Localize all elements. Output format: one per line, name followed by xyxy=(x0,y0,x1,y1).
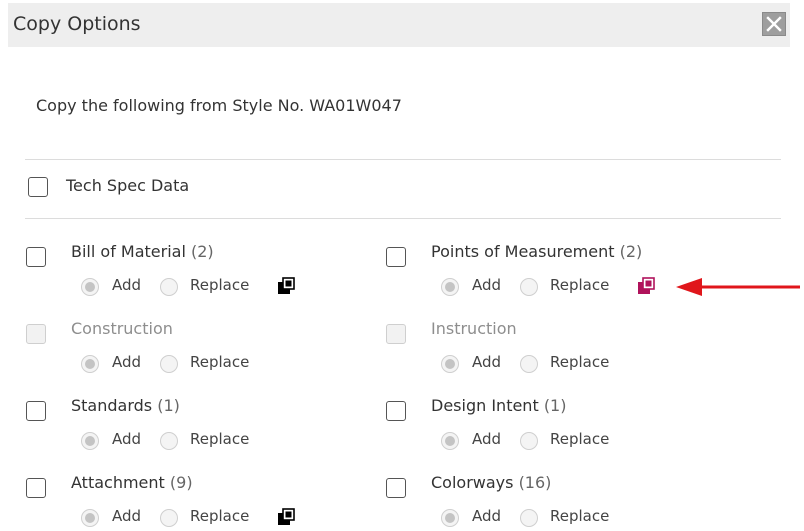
design-intent-replace-radio[interactable] xyxy=(520,432,538,450)
construction-label-text: Construction xyxy=(71,319,173,338)
close-icon[interactable] xyxy=(762,12,786,36)
design-intent-add-label: Add xyxy=(472,430,502,448)
bom-count: (2) xyxy=(191,242,214,261)
copy-icon[interactable] xyxy=(636,277,656,297)
design-intent-replace-label: Replace xyxy=(550,430,610,448)
bom-replace-label: Replace xyxy=(190,276,250,294)
dialog-titlebar: Copy Options xyxy=(8,3,790,47)
attachment-label-text: Attachment xyxy=(71,473,165,492)
copy-icon[interactable] xyxy=(276,508,296,528)
colorways-replace-radio[interactable] xyxy=(520,509,538,527)
standards-replace-radio[interactable] xyxy=(160,432,178,450)
instruction-label-text: Instruction xyxy=(431,319,517,338)
colorways-count: (16) xyxy=(518,473,552,492)
attachment-replace-label: Replace xyxy=(190,507,250,525)
bom-checkbox[interactable] xyxy=(26,247,46,267)
pom-checkbox[interactable] xyxy=(386,247,406,267)
colorways-replace-label: Replace xyxy=(550,507,610,525)
design-intent-count: (1) xyxy=(543,396,567,415)
tech-spec-checkbox[interactable] xyxy=(28,177,48,197)
instruction-add-radio[interactable] xyxy=(441,355,459,373)
standards-add-radio[interactable] xyxy=(81,432,99,450)
pom-add-radio[interactable] xyxy=(441,278,459,296)
standards-replace-label: Replace xyxy=(190,430,250,448)
attachment-replace-radio[interactable] xyxy=(160,509,178,527)
arrow-icon xyxy=(676,278,800,296)
standards-checkbox[interactable] xyxy=(26,401,46,421)
instruction-add-label: Add xyxy=(472,353,502,371)
attachment-label: Attachment (9) xyxy=(71,473,193,492)
design-intent-checkbox[interactable] xyxy=(386,401,406,421)
design-intent-label-text: Design Intent xyxy=(431,396,539,415)
construction-checkbox xyxy=(26,324,46,344)
pom-replace-label: Replace xyxy=(550,276,610,294)
design-intent-add-radio[interactable] xyxy=(441,432,459,450)
construction-add-label: Add xyxy=(112,353,142,371)
pom-replace-radio[interactable] xyxy=(520,278,538,296)
dialog-title: Copy Options xyxy=(13,13,141,35)
standards-label-text: Standards xyxy=(71,396,153,415)
divider-middle xyxy=(25,218,781,219)
tech-spec-label: Tech Spec Data xyxy=(66,176,190,195)
design-intent-label: Design Intent (1) xyxy=(431,396,566,415)
pom-count: (2) xyxy=(619,242,643,261)
dialog-subtitle: Copy the following from Style No. WA01W0… xyxy=(36,96,402,115)
attachment-checkbox[interactable] xyxy=(26,478,46,498)
standards-label: Standards (1) xyxy=(71,396,180,415)
bom-label-text: Bill of Material xyxy=(71,242,186,261)
construction-label: Construction xyxy=(71,319,173,338)
bom-add-label: Add xyxy=(112,276,142,294)
bom-replace-radio[interactable] xyxy=(160,278,178,296)
colorways-checkbox[interactable] xyxy=(386,478,406,498)
copy-icon[interactable] xyxy=(276,277,296,297)
colorways-add-radio[interactable] xyxy=(441,509,459,527)
attachment-add-radio[interactable] xyxy=(81,509,99,527)
construction-add-radio[interactable] xyxy=(81,355,99,373)
construction-replace-label: Replace xyxy=(190,353,250,371)
construction-replace-radio[interactable] xyxy=(160,355,178,373)
pom-label: Points of Measurement (2) xyxy=(431,242,642,261)
instruction-label: Instruction xyxy=(431,319,517,338)
colorways-label-text: Colorways xyxy=(431,473,514,492)
standards-count: (1) xyxy=(157,396,180,415)
pom-label-text: Points of Measurement xyxy=(431,242,615,261)
instruction-replace-radio[interactable] xyxy=(520,355,538,373)
attachment-add-label: Add xyxy=(112,507,142,525)
colorways-label: Colorways (16) xyxy=(431,473,551,492)
instruction-checkbox xyxy=(386,324,406,344)
bom-add-radio[interactable] xyxy=(81,278,99,296)
instruction-replace-label: Replace xyxy=(550,353,610,371)
bom-label: Bill of Material (2) xyxy=(71,242,214,261)
attachment-count: (9) xyxy=(169,473,193,492)
colorways-add-label: Add xyxy=(472,507,502,525)
standards-add-label: Add xyxy=(112,430,142,448)
divider-top xyxy=(25,159,781,160)
pom-add-label: Add xyxy=(472,276,502,294)
